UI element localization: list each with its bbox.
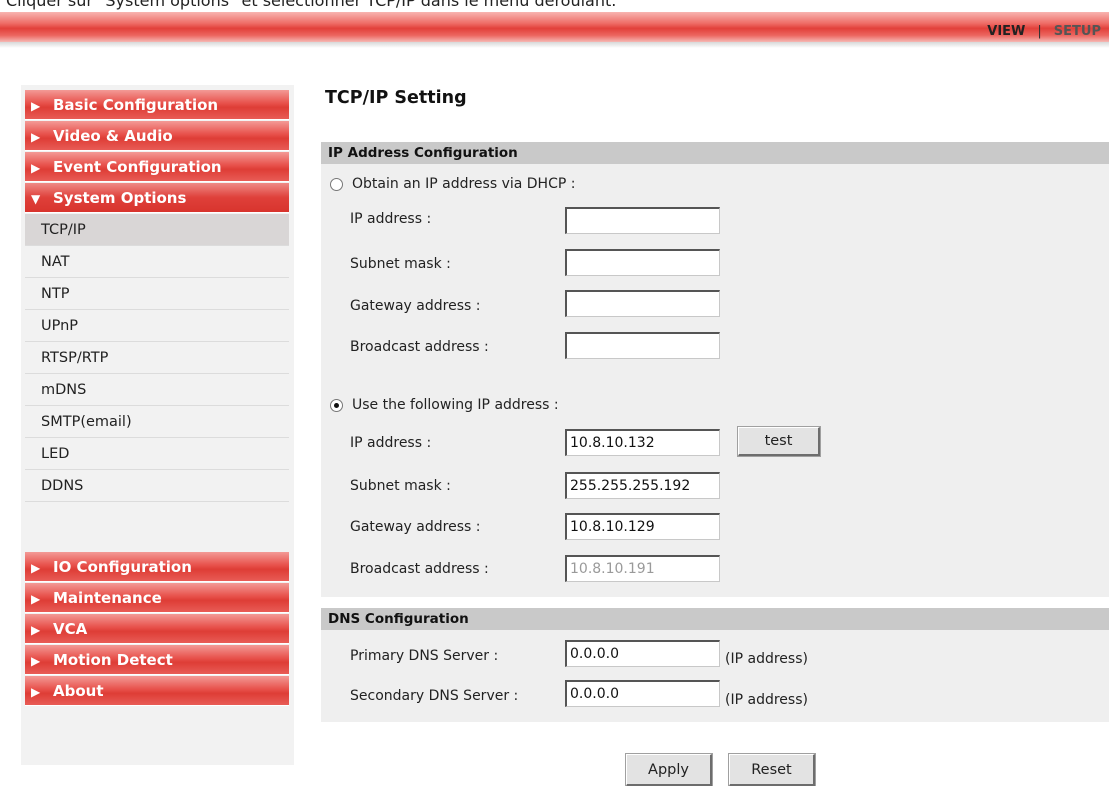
sidebar-item-led[interactable]: LED [25, 438, 289, 470]
triangle-right-icon: ▶ [31, 623, 41, 637]
static-ip-label: Use the following IP address : [352, 397, 559, 413]
setup-link[interactable]: SETUP [1054, 24, 1101, 39]
dhcp-ip-label: IP address : [350, 211, 432, 227]
triangle-right-icon: ▶ [31, 561, 41, 575]
sidebar-item-upnp[interactable]: UPnP [25, 310, 289, 342]
dhcp-broadcast-field[interactable] [565, 332, 720, 359]
sidebar-section-maintenance[interactable]: ▶ Maintenance [25, 583, 289, 613]
dns-config-header: DNS Configuration [321, 608, 1109, 630]
nav-separator: | [1037, 23, 1042, 39]
static-broadcast-field [565, 555, 720, 582]
sidebar-item-rtsp-rtp[interactable]: RTSP/RTP [25, 342, 289, 374]
ip-config-header: IP Address Configuration [321, 142, 1109, 164]
sidebar-section-video-audio[interactable]: ▶ Video & Audio [25, 121, 289, 151]
static-subnet-label: Subnet mask : [350, 478, 451, 494]
sidebar-item-nat[interactable]: NAT [25, 246, 289, 278]
triangle-down-icon: ▼ [31, 192, 41, 206]
sidebar-section-system-options[interactable]: ▼ System Options [25, 183, 289, 213]
sidebar-item-mdns[interactable]: mDNS [25, 374, 289, 406]
sidebar-item-ddns[interactable]: DDNS [25, 470, 289, 502]
static-ip-address-field[interactable] [565, 429, 720, 456]
top-navigation: VIEW | SETUP [987, 21, 1101, 41]
dhcp-ip-field[interactable] [565, 207, 720, 234]
sidebar-section-basic-configuration[interactable]: ▶ Basic Configuration [25, 90, 289, 120]
test-button[interactable]: test [738, 427, 820, 456]
sidebar-section-vca[interactable]: ▶ VCA [25, 614, 289, 644]
header-shadow [0, 42, 1109, 48]
static-gateway-field[interactable] [565, 513, 720, 540]
dhcp-radio[interactable] [330, 177, 343, 191]
secondary-dns-label: Secondary DNS Server : [350, 688, 519, 704]
primary-dns-unit: (IP address) [725, 651, 808, 667]
header-bar [0, 12, 1109, 42]
sidebar-section-label: About [53, 682, 104, 700]
sidebar-section-label: VCA [53, 620, 88, 638]
sidebar-section-io-configuration[interactable]: ▶ IO Configuration [25, 552, 289, 582]
static-gateway-label: Gateway address : [350, 519, 481, 535]
static-ip-address-label: IP address : [350, 435, 432, 451]
dhcp-broadcast-label: Broadcast address : [350, 339, 489, 355]
instruction-caption: Cliquer sur "System options" et sélectio… [6, 0, 617, 10]
dhcp-label: Obtain an IP address via DHCP : [352, 176, 576, 192]
primary-dns-label: Primary DNS Server : [350, 648, 499, 664]
sidebar-section-label: Maintenance [53, 589, 162, 607]
sidebar-section-label: Basic Configuration [53, 96, 219, 114]
dhcp-subnet-label: Subnet mask : [350, 256, 451, 272]
triangle-right-icon: ▶ [31, 592, 41, 606]
triangle-right-icon: ▶ [31, 161, 41, 175]
apply-button[interactable]: Apply [626, 754, 712, 786]
sidebar-item-tcpip[interactable]: TCP/IP [25, 214, 289, 246]
sidebar-section-label: IO Configuration [53, 558, 192, 576]
sidebar-section-label: Motion Detect [53, 651, 173, 669]
triangle-right-icon: ▶ [31, 654, 41, 668]
triangle-right-icon: ▶ [31, 685, 41, 699]
sidebar-item-ntp[interactable]: NTP [25, 278, 289, 310]
sidebar-section-label: Video & Audio [53, 127, 173, 145]
dhcp-gateway-label: Gateway address : [350, 298, 481, 314]
sidebar-section-motion-detect[interactable]: ▶ Motion Detect [25, 645, 289, 675]
sidebar-section-event-configuration[interactable]: ▶ Event Configuration [25, 152, 289, 182]
sidebar-section-label: Event Configuration [53, 158, 222, 176]
page-title: TCP/IP Setting [325, 88, 467, 108]
sidebar-section-about[interactable]: ▶ About [25, 676, 289, 706]
triangle-right-icon: ▶ [31, 130, 41, 144]
view-link[interactable]: VIEW [987, 24, 1025, 39]
dhcp-gateway-field[interactable] [565, 290, 720, 317]
static-subnet-field[interactable] [565, 472, 720, 499]
dhcp-option: Obtain an IP address via DHCP : [330, 176, 575, 192]
triangle-right-icon: ▶ [31, 99, 41, 113]
secondary-dns-unit: (IP address) [725, 692, 808, 708]
dhcp-subnet-field[interactable] [565, 249, 720, 276]
static-broadcast-label: Broadcast address : [350, 561, 489, 577]
secondary-dns-field[interactable] [565, 680, 720, 707]
sidebar-item-smtp-email[interactable]: SMTP(email) [25, 406, 289, 438]
sidebar-section-label: System Options [53, 189, 187, 207]
primary-dns-field[interactable] [565, 640, 720, 667]
static-ip-option: Use the following IP address : [330, 397, 559, 413]
reset-button[interactable]: Reset [729, 754, 815, 786]
static-ip-radio[interactable] [330, 398, 343, 412]
